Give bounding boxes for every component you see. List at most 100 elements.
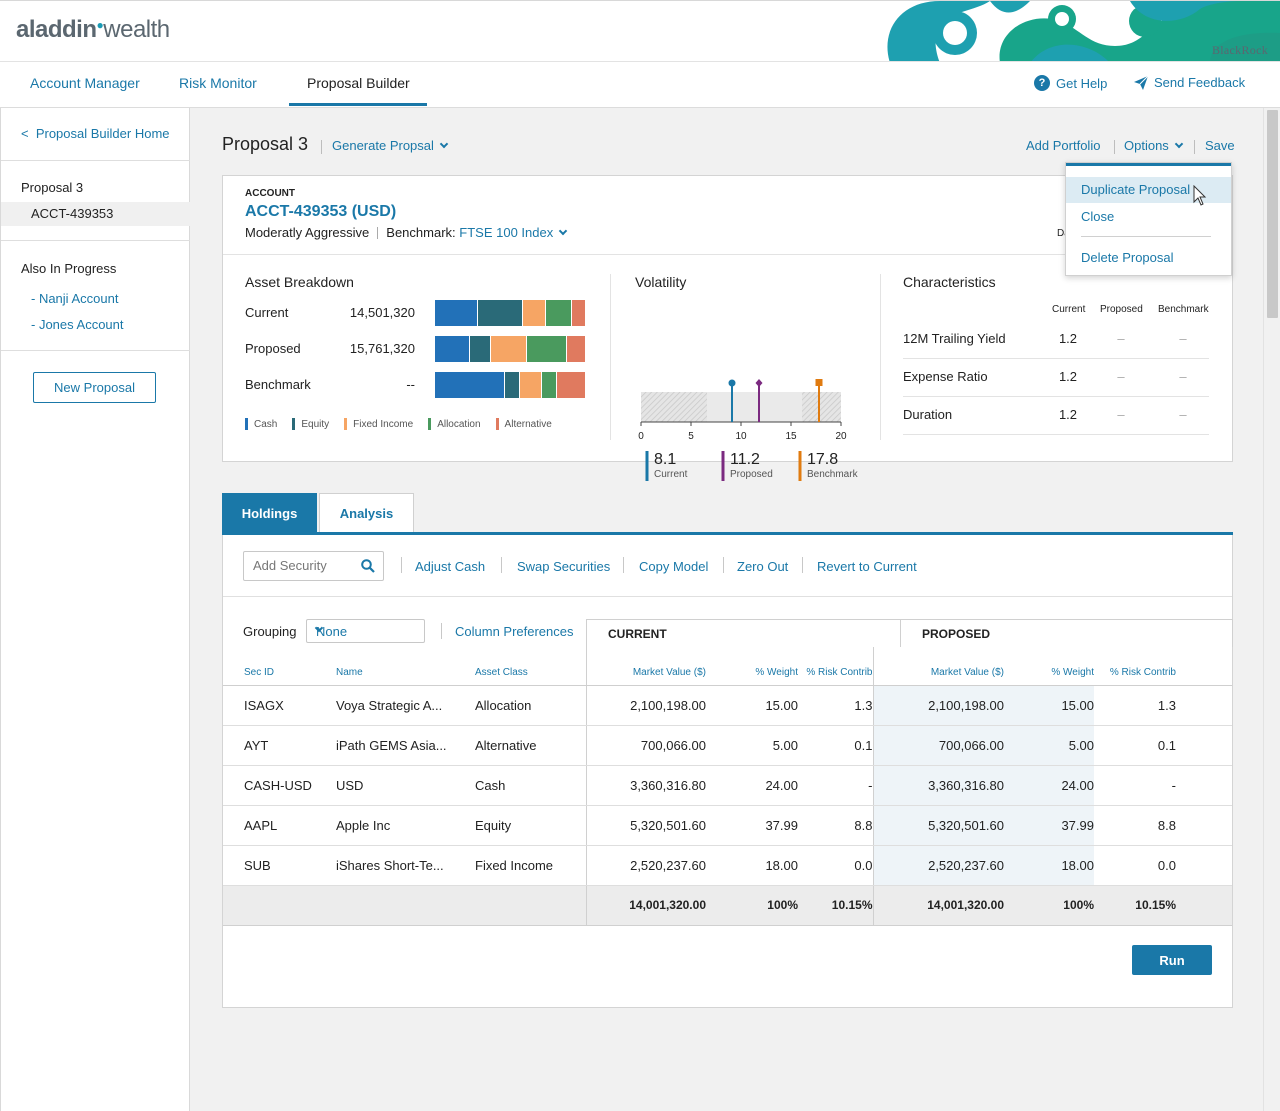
risk-profile: Moderatly Aggressive: [245, 225, 370, 240]
account-id[interactable]: ACCT-439353 (USD): [245, 203, 396, 221]
search-icon[interactable]: [361, 559, 375, 573]
legend-swatch: [344, 418, 348, 430]
col-current-market-value[interactable]: Market Value ($): [585, 647, 706, 686]
outlier-band-high: [802, 392, 841, 422]
send-feedback-link[interactable]: Send Feedback: [1134, 75, 1245, 90]
cell-proposed-market-value: 3,360,316.80: [872, 765, 1004, 806]
asset-breakdown-legend: Cash Equity Fixed Income Allocation Alternat…: [245, 418, 552, 430]
col-sec-id[interactable]: Sec ID: [223, 647, 336, 686]
char-col-benchmark: Benchmark: [1158, 304, 1209, 315]
options-dropdown[interactable]: Options: [1124, 138, 1184, 153]
bar-segment-allocation: [527, 336, 567, 362]
table-row[interactable]: AYT iPath GEMS Asia... Alternative 700,066.…: [223, 725, 1232, 766]
brand-bar: aladdin●wealth BlackRock: [0, 0, 1280, 62]
menu-item-close[interactable]: Close: [1066, 204, 1231, 230]
cell-current-market-value: 700,066.00: [585, 725, 706, 766]
menu-item-delete-proposal[interactable]: Delete Proposal: [1066, 245, 1231, 271]
in-progress-nanji-account[interactable]: - Nanji Account: [31, 291, 118, 306]
proposal-title: Proposal 3: [222, 134, 309, 154]
holdings-toolbar: Adjust Cash Swap Securities Copy Model Z…: [223, 535, 1232, 597]
asset-breakdown-row: Proposed 15,761,320: [245, 336, 585, 362]
col-current-risk-contrib[interactable]: % Risk Contrib: [798, 647, 873, 686]
bar-segment-equity: [478, 300, 523, 326]
legend-swatch: [245, 418, 248, 430]
asset-breakdown-bar[interactable]: [435, 336, 585, 362]
table-header-row: Sec ID Name Asset Class Market Value ($)…: [223, 647, 1232, 686]
nav-tab-risk-monitor[interactable]: Risk Monitor: [179, 75, 257, 91]
generate-proposal-dropdown[interactable]: Generate Propsal: [332, 138, 449, 153]
in-progress-jones-account[interactable]: - Jones Account: [31, 317, 124, 332]
current-proposal-title: Proposal 3: [21, 180, 84, 195]
current-proposal-account[interactable]: ACCT-439353: [1, 202, 190, 226]
cell-current-market-value: 3,360,316.80: [585, 765, 706, 806]
adjust-cash-link[interactable]: Adjust Cash: [415, 559, 485, 574]
col-proposed-market-value[interactable]: Market Value ($): [872, 647, 1004, 686]
axis-tick-label: 10: [735, 431, 747, 442]
aladdin-wealth-logo[interactable]: aladdin●wealth: [16, 16, 170, 44]
table-row[interactable]: SUB iShares Short-Te... Fixed Income 2,520,…: [223, 845, 1232, 886]
copy-model-link[interactable]: Copy Model: [639, 559, 708, 574]
benchmark-selector[interactable]: FTSE 100 Index: [459, 225, 568, 240]
cell-sec-id: CASH-USD: [223, 765, 336, 806]
zero-out-link[interactable]: Zero Out: [737, 559, 788, 574]
cell-proposed-risk: 8.8: [1094, 805, 1176, 846]
table-row[interactable]: AAPL Apple Inc Equity 5,320,501.60 37.99 8.8 5…: [223, 805, 1232, 846]
tab-analysis[interactable]: Analysis: [319, 493, 414, 533]
table-row[interactable]: ISAGX Voya Strategic A... Allocation 2,100,…: [223, 685, 1232, 726]
cell-proposed-weight: 15.00: [1004, 685, 1094, 726]
nav-tab-proposal-builder[interactable]: Proposal Builder: [307, 75, 410, 91]
bar-segment-fixed-income: [491, 336, 527, 362]
get-help-link[interactable]: ? Get Help: [1034, 75, 1107, 91]
table-row[interactable]: CASH-USD USD Cash 3,360,316.80 24.00-3,360,3…: [223, 765, 1232, 806]
holdings-panel: Adjust Cash Swap Securities Copy Model Z…: [222, 535, 1233, 1008]
col-asset-class[interactable]: Asset Class: [475, 647, 586, 686]
cell-asset-class: Fixed Income: [475, 845, 586, 886]
divider: [880, 274, 881, 440]
add-security-search[interactable]: [243, 551, 384, 581]
legend-item: Allocation: [428, 418, 481, 430]
proposal-builder-home-link[interactable]: < Proposal Builder Home: [21, 126, 170, 141]
col-proposed-risk-contrib[interactable]: % Risk Contrib: [1094, 647, 1176, 686]
volatility-marker: [815, 379, 823, 386]
cell-proposed-risk: 0.0: [1094, 845, 1176, 886]
new-proposal-button[interactable]: New Proposal: [33, 372, 156, 403]
scrollbar-thumb[interactable]: [1267, 110, 1278, 318]
asset-breakdown-row: Current 14,501,320: [245, 300, 585, 326]
col-current-weight[interactable]: % Weight: [706, 647, 798, 686]
bar-segment-alternative: [567, 336, 585, 362]
cell-current-weight: 15.00: [706, 685, 798, 726]
swap-securities-link[interactable]: Swap Securities: [517, 559, 610, 574]
asset-breakdown-row: Benchmark --: [245, 372, 585, 398]
grouping-select[interactable]: None: [306, 619, 425, 643]
cell-current-weight: 37.99: [706, 805, 798, 846]
axis-tick-label: 20: [835, 431, 847, 442]
cell-asset-class: Equity: [475, 805, 586, 846]
add-security-input[interactable]: [253, 558, 353, 573]
revert-to-current-link[interactable]: Revert to Current: [817, 559, 917, 574]
outlier-band-low: [641, 392, 707, 422]
cell-proposed-market-value: 2,520,237.60: [872, 845, 1004, 886]
column-preferences-link[interactable]: Column Preferences: [455, 624, 574, 639]
cell-proposed-market-value: 700,066.00: [872, 725, 1004, 766]
run-button[interactable]: Run: [1132, 945, 1212, 975]
char-row: 12M Trailing Yield 1.2 – –: [903, 321, 1209, 359]
bar-segment-alternative: [571, 300, 585, 326]
cell-asset-class: Cash: [475, 765, 586, 806]
legend-swatch: [292, 418, 296, 430]
tab-holdings[interactable]: Holdings: [222, 493, 317, 533]
add-portfolio-link[interactable]: Add Portfolio: [1026, 138, 1100, 153]
col-name[interactable]: Name: [336, 647, 475, 686]
save-link[interactable]: Save: [1205, 138, 1235, 153]
char-col-current: Current: [1052, 304, 1086, 315]
asset-breakdown-bar[interactable]: [435, 300, 585, 326]
cell-proposed-risk: -: [1094, 765, 1176, 806]
current-total: 10.15%: [798, 885, 873, 926]
col-proposed-weight[interactable]: % Weight: [1004, 647, 1094, 686]
page-scrollbar[interactable]: [1263, 108, 1280, 1111]
asset-breakdown-title: Asset Breakdown: [245, 274, 354, 290]
cell-proposed-weight: 18.00: [1004, 845, 1094, 886]
nav-tab-account-manager[interactable]: Account Manager: [30, 75, 140, 91]
asset-breakdown-bar[interactable]: [435, 372, 585, 398]
mouse-cursor-icon: [1193, 185, 1207, 206]
cell-name: Apple Inc: [336, 805, 475, 846]
